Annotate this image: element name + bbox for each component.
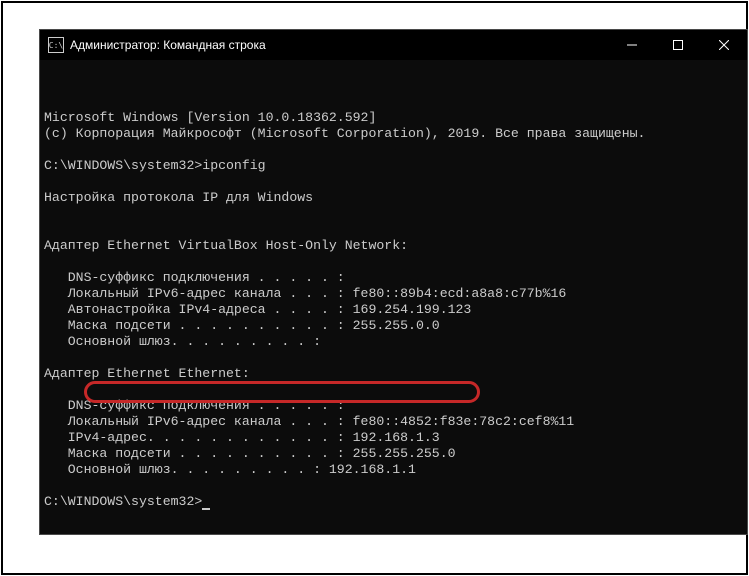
terminal-line: IPv4-адрес. . . . . . . . . . . . : 192.… [44,430,747,446]
terminal-line: Основной шлюз. . . . . . . . . : [44,334,747,350]
terminal-line: Локальный IPv6-адрес канала . . . : fe80… [44,286,747,302]
terminal-line [44,206,747,222]
terminal-line: Маска подсети . . . . . . . . . . : 255.… [44,318,747,334]
terminal-line [44,222,747,238]
terminal-line [44,142,747,158]
window-controls [609,30,747,60]
close-button[interactable] [701,30,747,60]
terminal-line: Локальный IPv6-адрес канала . . . : fe80… [44,414,747,430]
terminal-line: (c) Корпорация Майкрософт (Microsoft Cor… [44,126,747,142]
screenshot-frame: C:\ Администратор: Командная строка Micr… [1,1,748,575]
terminal-output[interactable]: Microsoft Windows [Version 10.0.18362.59… [40,60,747,534]
cursor [202,508,210,510]
terminal-line: Адаптер Ethernet Ethernet: [44,366,747,382]
terminal-line [44,382,747,398]
titlebar[interactable]: C:\ Администратор: Командная строка [40,30,747,60]
terminal-line: Адаптер Ethernet VirtualBox Host-Only Ne… [44,238,747,254]
terminal-line [44,478,747,494]
terminal-line: C:\WINDOWS\system32>ipconfig [44,158,747,174]
terminal-line: C:\WINDOWS\system32> [44,494,747,510]
terminal-line: Основной шлюз. . . . . . . . . : 192.168… [44,462,747,478]
terminal-line: Настройка протокола IP для Windows [44,190,747,206]
terminal-line: DNS-суффикс подключения . . . . . : [44,270,747,286]
terminal-line: DNS-суффикс подключения . . . . . : [44,398,747,414]
terminal-line: Автонастройка IPv4-адреса . . . . : 169.… [44,302,747,318]
minimize-button[interactable] [609,30,655,60]
terminal-line: Маска подсети . . . . . . . . . . : 255.… [44,446,747,462]
terminal-line [44,350,747,366]
terminal-line [44,254,747,270]
cmd-window: C:\ Администратор: Командная строка Micr… [39,29,748,535]
maximize-button[interactable] [655,30,701,60]
terminal-line [44,174,747,190]
cmd-icon: C:\ [48,37,64,53]
window-title: Администратор: Командная строка [70,38,609,52]
terminal-line: Microsoft Windows [Version 10.0.18362.59… [44,110,747,126]
